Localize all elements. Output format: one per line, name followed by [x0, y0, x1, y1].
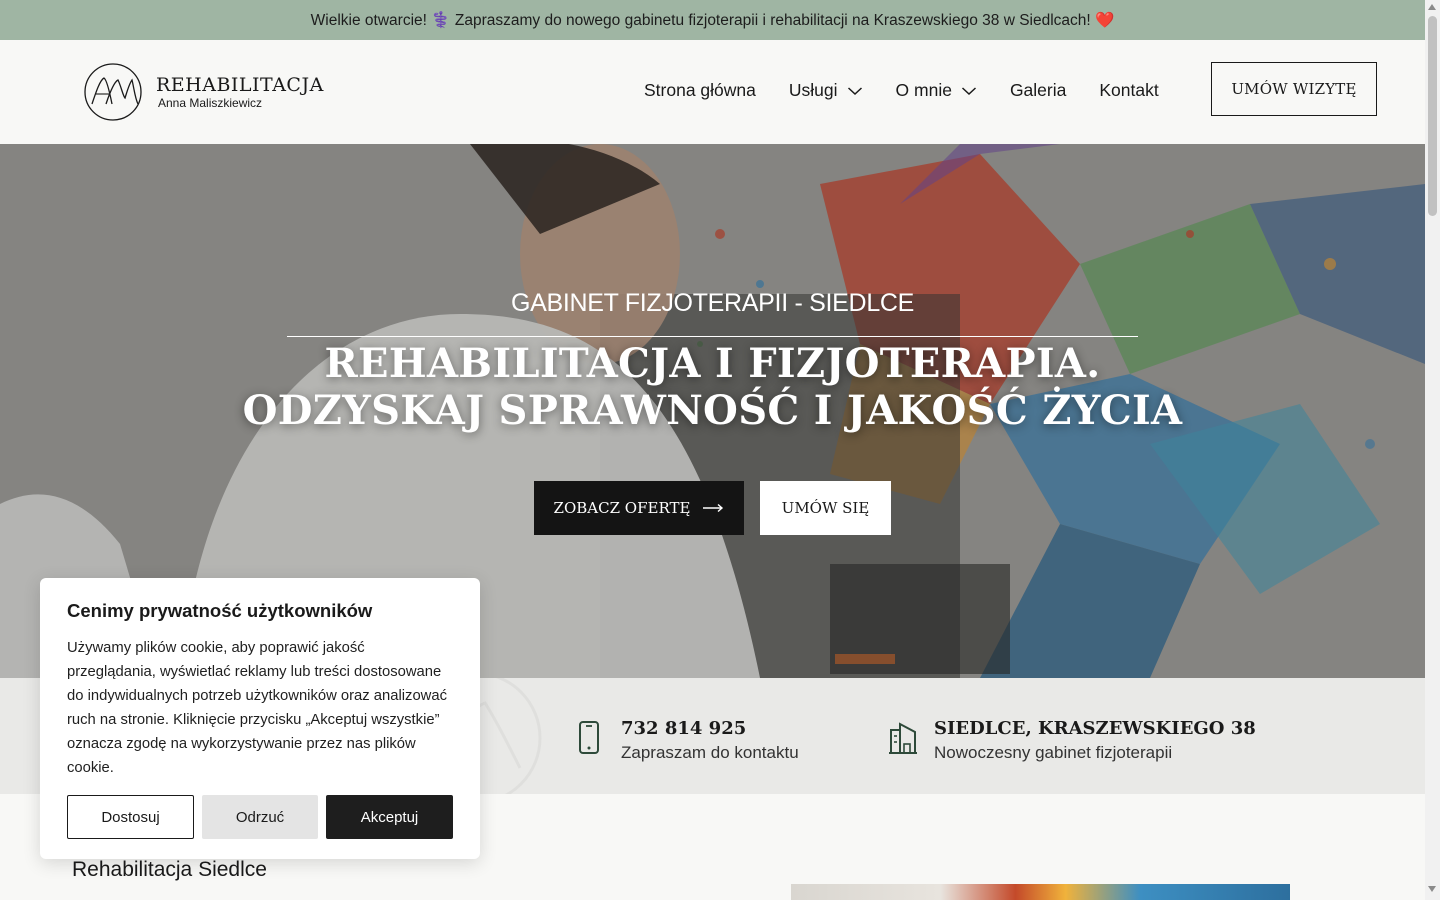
cookie-title: Cenimy prywatność użytkowników — [67, 600, 373, 621]
nav-item-label: Kontakt — [1099, 80, 1159, 100]
cookie-reject-button[interactable]: Odrzuć — [202, 795, 318, 839]
section-title: Rehabilitacja Siedlce — [72, 858, 267, 881]
see-offer-button[interactable]: ZOBACZ OFERTĘ — [534, 481, 744, 535]
address-description: Nowoczesny gabinet fizjoterapii — [934, 743, 1173, 762]
phone-info[interactable]: 732 814 925 Zapraszam do kontaktu — [575, 717, 799, 763]
hero-title-line-1: REHABILITACJA I FIZJOTERAPIA. — [324, 340, 1101, 387]
nav-item-label: Usługi — [788, 80, 838, 100]
nav-item-gallery[interactable]: Galeria — [1010, 80, 1066, 101]
phone-icon — [579, 721, 599, 754]
nav-item-label: Galeria — [1009, 80, 1067, 100]
nav-item-label: O mnie — [895, 80, 952, 100]
page-scrollbar[interactable] — [1425, 0, 1440, 900]
logo-title: REHABILITACJA — [156, 74, 324, 96]
logo-subtitle: Anna Maliszkiewicz — [158, 96, 263, 110]
chevron-down-icon — [961, 86, 976, 95]
chevron-down-icon — [847, 86, 862, 95]
address-info[interactable]: SIEDLCE, KRASZEWSKIEGO 38 Nowoczesny gab… — [888, 717, 1256, 763]
book-now-button[interactable]: UMÓW SIĘ — [760, 481, 891, 535]
phone-number: 732 814 925 — [621, 718, 747, 739]
nav-item-services[interactable]: Usługi — [789, 80, 863, 101]
scroll-up-arrow-icon[interactable] — [1428, 4, 1436, 10]
main-nav: Strona główna Usługi O mnie Galeria Kont… — [644, 80, 1159, 101]
hero-title-line-2: ODZYSKAJ SPRAWNOŚĆ I JAKOŚĆ ŻYCIA — [242, 387, 1183, 434]
nav-item-contact[interactable]: Kontakt — [1099, 80, 1158, 101]
logo-monogram-icon — [84, 63, 142, 121]
cookie-text: Używamy plików cookie, aby poprawić jako… — [67, 640, 447, 776]
cookie-customize-button[interactable]: Dostosuj — [67, 795, 194, 839]
nav-item-label: Strona główna — [644, 80, 756, 100]
phone-description: Zapraszam do kontaktu — [621, 743, 799, 762]
cookie-buttons: Dostosuj Odrzuć Akceptuj — [67, 795, 453, 839]
hero-divider — [287, 336, 1138, 337]
hero-title: REHABILITACJA I FIZJOTERAPIA. ODZYSKAJ S… — [0, 340, 1425, 434]
arrow-right-icon — [703, 503, 724, 513]
site-header: REHABILITACJA Anna Maliszkiewicz Strona … — [0, 40, 1425, 144]
section-image — [791, 884, 1290, 900]
hero-subtitle: GABINET FIZJOTERAPII - SIEDLCE — [510, 289, 915, 317]
see-offer-label: ZOBACZ OFERTĘ — [553, 499, 691, 517]
book-visit-button[interactable]: UMÓW WIZYTĘ — [1211, 62, 1377, 116]
nav-item-about[interactable]: O mnie — [896, 80, 977, 101]
scroll-down-arrow-icon[interactable] — [1428, 886, 1436, 892]
scrollbar-thumb[interactable] — [1428, 16, 1437, 216]
cookie-consent-panel: Cenimy prywatność użytkowników Używamy p… — [40, 578, 480, 859]
cookie-accept-button[interactable]: Akceptuj — [326, 795, 453, 839]
announcement-bar: Wielkie otwarcie! ⚕️ Zapraszamy do noweg… — [0, 0, 1425, 40]
address-title: SIEDLCE, KRASZEWSKIEGO 38 — [934, 718, 1256, 739]
nav-item-home[interactable]: Strona główna — [644, 80, 756, 101]
building-icon — [889, 722, 917, 754]
announcement-text: Wielkie otwarcie! ⚕️ Zapraszamy do noweg… — [310, 11, 1115, 29]
site-logo[interactable]: REHABILITACJA Anna Maliszkiewicz — [82, 62, 324, 122]
